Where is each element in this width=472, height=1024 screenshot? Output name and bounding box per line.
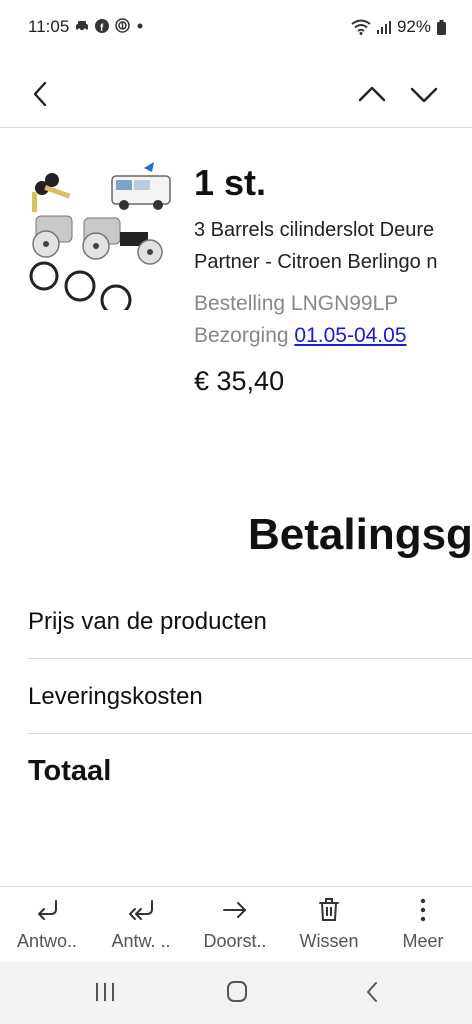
system-back-button[interactable]: [360, 980, 386, 1009]
summary-row-shipping: Leveringskosten: [28, 659, 472, 734]
order-number: Bestelling LNGN99LP: [194, 292, 399, 315]
reply-all-icon: [129, 900, 153, 920]
reply-all-label: Antw. ..: [111, 931, 171, 951]
recent-apps-icon: [96, 983, 114, 1001]
product-info: 1 st. 3 Barrels cilinderslot Deure Partn…: [194, 150, 472, 397]
delivery-dates-link[interactable]: 01.05-04.05: [294, 324, 406, 347]
delivery-row: Bezorging 01.05-04.05: [194, 320, 472, 352]
delete-button[interactable]: Wissen: [282, 887, 376, 963]
forward-icon: [223, 902, 246, 918]
fingerprint-icon: [115, 18, 130, 33]
facebook-icon: f: [95, 18, 109, 33]
chevron-down-icon: [410, 87, 438, 103]
summary-row-products-price: Prijs van de producten: [28, 584, 472, 659]
forward-button[interactable]: Doorst..: [188, 887, 282, 963]
system-back-icon: [367, 982, 377, 1002]
more-label: Meer: [402, 931, 444, 951]
chevron-left-icon: [33, 81, 47, 107]
notification-icons: f: [75, 18, 144, 33]
delivery-label: Bezorging: [194, 324, 289, 347]
email-action-bar: Antwo.. Antw. .. Doorst.. Wissen Meer: [0, 886, 472, 962]
battery-icon: [437, 19, 446, 35]
reply-label: Antwo..: [16, 931, 78, 951]
product-quantity: 1 st.: [194, 162, 267, 203]
dot-icon: [137, 23, 143, 28]
battery-percentage: 92%: [396, 17, 431, 36]
previous-message-button[interactable]: [354, 76, 390, 112]
car-icon: [76, 20, 88, 31]
home-button[interactable]: [224, 980, 250, 1009]
product-image[interactable]: [24, 158, 176, 316]
forward-label: Doorst..: [203, 931, 267, 951]
summary-row-total: Totaal: [28, 755, 112, 787]
trash-icon: [319, 898, 339, 921]
more-vertical-icon: [420, 898, 426, 922]
more-button[interactable]: Meer: [376, 887, 470, 963]
delete-label: Wissen: [299, 931, 359, 951]
chevron-up-icon: [358, 86, 386, 102]
recent-apps-button[interactable]: [92, 980, 118, 1009]
product-card: 1 st. 3 Barrels cilinderslot Deure Partn…: [0, 150, 472, 410]
next-message-button[interactable]: [406, 76, 442, 112]
status-bar: 11:05 f 92%: [0, 0, 472, 56]
status-time: 11:05: [28, 17, 70, 36]
product-title-line-2[interactable]: Partner - Citroen Berlingo n: [194, 246, 472, 278]
home-icon: [227, 981, 247, 1002]
product-title-line-1[interactable]: 3 Barrels cilinderslot Deure: [194, 214, 472, 246]
wifi-icon: [351, 19, 371, 35]
reply-icon: [38, 900, 57, 920]
system-navigation-bar: [0, 962, 472, 1024]
back-button[interactable]: [22, 76, 58, 112]
reply-all-button[interactable]: Antw. ..: [94, 887, 188, 963]
signal-icon: [376, 21, 391, 34]
product-price: € 35,40: [194, 366, 285, 396]
reply-button[interactable]: Antwo..: [0, 887, 94, 963]
top-app-bar: [0, 56, 472, 128]
payment-summary-heading: Betalingsg: [248, 510, 472, 559]
